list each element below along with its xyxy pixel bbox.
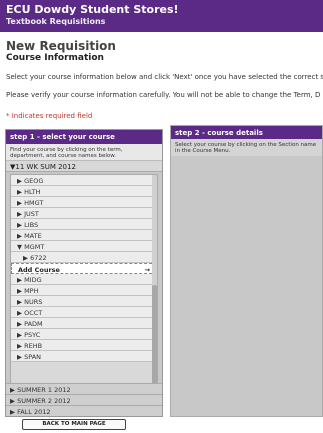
department-nurs[interactable]: ▶ NURS: [11, 296, 157, 307]
site-subtitle: Textbook Requisitions: [6, 17, 106, 26]
department-label: LIBS: [24, 221, 39, 229]
department-label: PSYC: [24, 331, 41, 339]
department-just[interactable]: ▶ JUST: [11, 208, 157, 219]
department-label: NURS: [24, 298, 43, 306]
page-title: New Requisition: [6, 39, 116, 53]
term-summer-1-2012[interactable]: ▶ SUMMER 1 2012: [6, 383, 162, 394]
department-rehb[interactable]: ▶ REHB: [11, 340, 157, 351]
back-to-main-button[interactable]: BACK TO MAIN PAGE: [22, 419, 126, 430]
term-fall-2012[interactable]: ▶ FALL 2012: [6, 405, 162, 416]
department-hlth[interactable]: ▶ HLTH: [11, 186, 157, 197]
step2-heading: step 2 - course details: [171, 126, 322, 139]
term-summer-2-2012[interactable]: ▶ SUMMER 2 2012: [6, 394, 162, 405]
department-mph[interactable]: ▶ MPH: [11, 285, 157, 296]
step2-panel: step 2 - course details Select your cour…: [170, 125, 323, 417]
department-psyc[interactable]: ▶ PSYC: [11, 329, 157, 340]
course-item[interactable]: ▶ 6722: [11, 252, 157, 263]
department-label: MPH: [24, 287, 39, 295]
department-label: REHB: [24, 342, 43, 350]
department-label: JUST: [24, 210, 39, 218]
department-label: PADM: [24, 320, 43, 328]
term-label: SUMMER 1 2012: [17, 386, 71, 394]
instruction-select: Select your course information below and…: [6, 73, 323, 81]
department-geog[interactable]: ▶ GEOG: [11, 175, 157, 186]
department-label: HLTH: [24, 188, 41, 196]
instruction-verify: Please verify your course information ca…: [6, 91, 321, 99]
step2-description: Select your course by clicking on the Se…: [171, 139, 322, 156]
term-label: FALL 2012: [17, 408, 51, 416]
step1-description: Find your course by clicking on the term…: [6, 144, 162, 161]
step1-heading: step 1 - select your course: [6, 130, 162, 144]
department-label: MIDG: [24, 276, 42, 284]
department-libs[interactable]: ▶ LIBS: [11, 219, 157, 230]
required-note: * Indicates required field: [6, 112, 93, 120]
department-mgmt-label: MGMT: [24, 243, 45, 251]
term-label: SUMMER 2 2012: [17, 397, 71, 405]
department-label: GEOG: [24, 177, 44, 185]
tree-scrollbar[interactable]: [152, 175, 157, 397]
department-label: HMGT: [24, 199, 44, 207]
add-course-label: Add Course: [18, 266, 60, 274]
course-label: 6722: [30, 254, 47, 262]
department-mate[interactable]: ▶ MATE: [11, 230, 157, 241]
site-header: ECU Dowdy Student Stores! Textbook Requi…: [0, 0, 323, 32]
term-11wk-sum-2012[interactable]: ▼11 WK SUM 2012: [6, 161, 162, 172]
department-occt[interactable]: ▶ OCCT: [11, 307, 157, 318]
arrow-right-icon: →: [144, 266, 150, 274]
site-title: ECU Dowdy Student Stores!: [6, 3, 179, 16]
department-label: SPAN: [24, 353, 42, 361]
department-span[interactable]: ▶ SPAN: [11, 351, 157, 362]
department-tree: ▶ GEOG ▶ HLTH ▶ HMGT ▶ JUST ▶ LIBS ▶ MATE ▼ M…: [10, 174, 158, 398]
other-terms: ▶ SUMMER 1 2012 ▶ SUMMER 2 2012 ▶ FALL 201…: [6, 383, 162, 416]
scrollbar-thumb[interactable]: [152, 285, 157, 395]
department-midg[interactable]: ▶ MIDG: [11, 274, 157, 285]
add-course-button[interactable]: Add Course →: [11, 263, 157, 274]
department-label: MATE: [24, 232, 42, 240]
department-padm[interactable]: ▶ PADM: [11, 318, 157, 329]
department-mgmt[interactable]: ▼ MGMT: [11, 241, 157, 252]
page-subtitle: Course Information: [6, 53, 104, 63]
department-label: OCCT: [24, 309, 43, 317]
step1-panel: step 1 - select your course Find your co…: [5, 129, 163, 417]
department-hmgt[interactable]: ▶ HMGT: [11, 197, 157, 208]
